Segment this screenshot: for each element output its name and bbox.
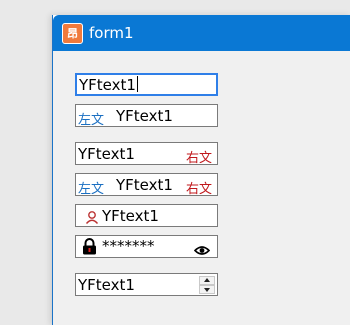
- left-label: 左文: [78, 113, 105, 128]
- form-client-area: YFtext1 左文 YFtext1 YFtext1 右文 左文 YFtext1…: [53, 51, 350, 325]
- text-caret: [136, 76, 138, 92]
- chevron-up-icon: [204, 278, 210, 282]
- textbox-both-labels-value: YFtext1: [116, 176, 173, 194]
- textbox-right-label-value: YFtext1: [78, 145, 135, 163]
- lock-icon: [82, 238, 97, 259]
- right-label: 右文: [185, 151, 212, 166]
- app-icon-glyph: 昂: [67, 27, 78, 40]
- chevron-down-icon: [204, 288, 210, 292]
- textbox-both-labels[interactable]: 左文 YFtext1 右文: [75, 173, 218, 197]
- eye-icon[interactable]: [193, 241, 211, 260]
- textbox-left-label[interactable]: 左文 YFtext1: [75, 104, 218, 128]
- spin-buttons: [199, 276, 215, 294]
- user-icon: [85, 209, 99, 228]
- textbox-plain[interactable]: YFtext1: [75, 73, 218, 96]
- password-field[interactable]: *******: [75, 235, 218, 258]
- textbox-plain-value: YFtext1: [79, 76, 136, 94]
- title-bar[interactable]: 昂 form1: [53, 15, 350, 51]
- left-label: 左文: [78, 182, 105, 197]
- textbox-left-label-value: YFtext1: [116, 107, 173, 125]
- numeric-updown[interactable]: YFtext1: [75, 273, 218, 296]
- form-window: 昂 form1 YFtext1 左文 YFtext1 YFtext1 右文 左文…: [52, 15, 350, 325]
- spin-down-button[interactable]: [199, 285, 215, 294]
- password-mask: *******: [102, 237, 155, 255]
- numeric-updown-value: YFtext1: [78, 276, 135, 294]
- textbox-user[interactable]: YFtext1: [75, 204, 218, 227]
- textbox-user-value: YFtext1: [102, 207, 159, 225]
- textbox-right-label[interactable]: YFtext1 右文: [75, 142, 218, 166]
- app-icon: 昂: [62, 23, 83, 44]
- right-label: 右文: [185, 182, 212, 197]
- window-title: form1: [89, 24, 134, 42]
- spin-up-button[interactable]: [199, 276, 215, 285]
